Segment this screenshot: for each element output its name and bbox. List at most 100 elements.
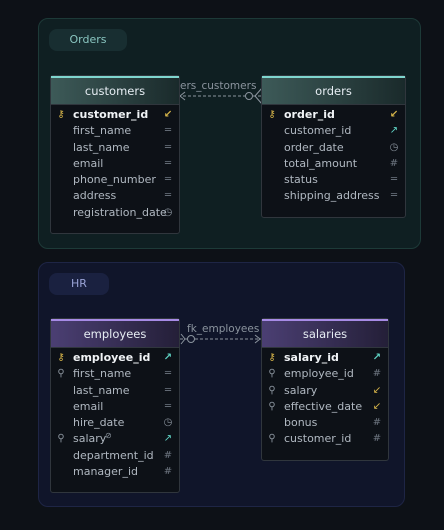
column-row[interactable]: registration_date ◷ — [51, 205, 179, 221]
text-type-icon: ═ — [390, 190, 398, 202]
text-type-icon: ═ — [164, 368, 172, 380]
column-row[interactable]: first_name ═ — [51, 123, 179, 139]
text-type-icon: ═ — [164, 384, 172, 396]
optional-circle-icon — [245, 92, 253, 100]
table-title-salaries[interactable]: salaries — [262, 319, 388, 348]
column-row[interactable]: ⚲ salary ⊘ ↗ — [51, 431, 179, 447]
column-row[interactable]: ⚲ customer_id # — [262, 431, 388, 447]
table-employees[interactable]: employees ⚷ employee_id ↗ ⚲ first_name ═ last_… — [50, 318, 180, 493]
table-title-customers[interactable]: customers — [51, 76, 179, 105]
column-row[interactable]: ⚲ first_name ═ — [51, 366, 179, 382]
search-icon: ⚲ — [57, 368, 65, 380]
text-type-icon: ═ — [390, 174, 398, 186]
column-name: address — [73, 189, 117, 203]
arrow-up-right-icon: ↗ — [163, 352, 173, 363]
column-name: phone_number — [73, 173, 156, 187]
column-row[interactable]: order_date ◷ — [262, 140, 405, 156]
search-icon: ⚲ — [268, 384, 276, 396]
clock-icon: ◷ — [389, 141, 399, 153]
relationship-label-employees[interactable]: fk_employees — [187, 323, 259, 335]
column-row[interactable]: manager_id # — [51, 464, 179, 480]
column-row[interactable]: bonus # — [262, 415, 388, 431]
column-list: ⚷ order_id ↙ customer_id ↗ order_date ◷ total_a… — [262, 107, 405, 205]
column-name: employee_id — [73, 351, 151, 364]
relationship-label-customers[interactable]: ers_customers — [180, 80, 256, 92]
column-name: manager_id — [73, 465, 138, 479]
column-name: employee_id — [284, 367, 354, 381]
column-name: total_amount — [284, 156, 358, 170]
column-name: customer_id — [284, 432, 352, 446]
number-type-icon: # — [372, 368, 382, 380]
key-icon: ⚷ — [268, 352, 276, 363]
search-icon: ⚲ — [268, 400, 276, 412]
column-row[interactable]: ⚲ effective_date ↙ — [262, 399, 388, 415]
column-name: hire_date — [73, 416, 125, 430]
number-type-icon: # — [372, 433, 382, 445]
arrow-down-left-icon: ↙ — [163, 109, 173, 120]
text-type-icon: ═ — [164, 125, 172, 137]
column-row[interactable]: hire_date ◷ — [51, 415, 179, 431]
column-name: first_name — [73, 367, 132, 381]
column-name: registration_date — [73, 205, 167, 219]
table-salaries[interactable]: salaries ⚷ salary_id ↗ ⚲ employee_id # ⚲ salary… — [261, 318, 389, 461]
column-row[interactable]: last_name ═ — [51, 140, 179, 156]
column-row[interactable]: status ═ — [262, 172, 405, 188]
key-icon: ⚷ — [57, 109, 65, 120]
text-type-icon: ═ — [164, 157, 172, 169]
arrow-up-right-icon: ↗ — [163, 433, 173, 445]
column-row[interactable]: address ═ — [51, 188, 179, 204]
search-icon: ⚲ — [268, 368, 276, 380]
column-row[interactable]: ⚲ salary ↙ — [262, 383, 388, 399]
column-row[interactable]: total_amount # — [262, 156, 405, 172]
column-name: email — [73, 399, 104, 413]
column-name: order_date — [284, 140, 344, 154]
table-orders[interactable]: orders ⚷ order_id ↙ customer_id ↗ order_date ◷… — [261, 75, 406, 218]
optional-circle-icon — [187, 335, 195, 343]
column-name: customer_id — [73, 108, 149, 121]
column-name: bonus — [284, 416, 318, 430]
column-row[interactable]: customer_id ↗ — [262, 123, 405, 139]
clock-icon: ◷ — [163, 206, 173, 218]
arrow-down-left-icon: ↙ — [372, 400, 382, 412]
arrow-up-right-icon: ↗ — [389, 125, 399, 137]
key-icon: ⚷ — [268, 109, 276, 120]
column-name: effective_date — [284, 399, 363, 413]
column-name: department_id — [73, 448, 154, 462]
arrow-up-right-icon: ↗ — [372, 352, 382, 363]
text-type-icon: ═ — [164, 174, 172, 186]
column-row[interactable]: phone_number ═ — [51, 172, 179, 188]
arrow-down-left-icon: ↙ — [389, 109, 399, 120]
text-type-icon: ═ — [164, 141, 172, 153]
arrow-down-left-icon: ↙ — [372, 384, 382, 396]
column-row[interactable]: ⚷ salary_id ↗ — [262, 350, 388, 366]
column-row[interactable]: ⚷ customer_id ↙ — [51, 107, 179, 123]
column-name: status — [284, 173, 318, 187]
column-row[interactable]: last_name ═ — [51, 383, 179, 399]
column-row[interactable]: shipping_address ═ — [262, 188, 405, 204]
table-title-orders[interactable]: orders — [262, 76, 405, 105]
column-row[interactable]: ⚷ order_id ↙ — [262, 107, 405, 123]
number-type-icon: # — [163, 449, 173, 461]
table-customers[interactable]: customers ⚷ customer_id ↙ first_name ═ last_n… — [50, 75, 180, 234]
number-type-icon: # — [389, 157, 399, 169]
column-list: ⚷ employee_id ↗ ⚲ first_name ═ last_name ═ email… — [51, 350, 179, 480]
clock-icon: ◷ — [163, 417, 173, 429]
column-row[interactable]: email ═ — [51, 399, 179, 415]
column-list: ⚷ salary_id ↗ ⚲ employee_id # ⚲ salary ↙ ⚲ effecti… — [262, 350, 388, 448]
key-icon: ⚷ — [57, 352, 65, 363]
column-name: order_id — [284, 108, 335, 121]
column-name: customer_id — [284, 124, 352, 138]
number-type-icon: # — [372, 417, 382, 429]
search-icon: ⚲ — [57, 433, 65, 445]
column-row[interactable]: email ═ — [51, 156, 179, 172]
text-type-icon: ═ — [164, 190, 172, 202]
column-row[interactable]: ⚲ employee_id # — [262, 366, 388, 382]
column-row[interactable]: department_id # — [51, 448, 179, 464]
column-name: salary — [73, 432, 107, 446]
column-name: last_name — [73, 383, 130, 397]
table-title-employees[interactable]: employees — [51, 319, 179, 348]
column-row[interactable]: ⚷ employee_id ↗ — [51, 350, 179, 366]
column-name: salary — [284, 383, 318, 397]
column-name: salary_id — [284, 351, 339, 364]
text-type-icon: ═ — [164, 400, 172, 412]
